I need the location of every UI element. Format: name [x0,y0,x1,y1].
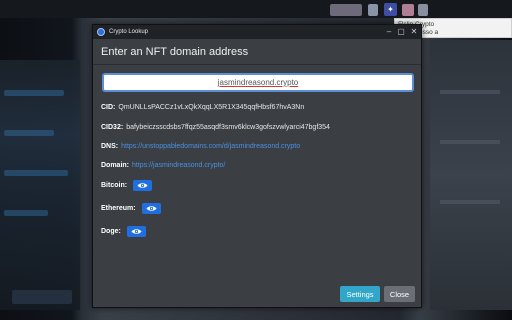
app-logo-icon [97,28,105,36]
dialog-body [93,65,421,92]
background-row [4,210,48,216]
dns-label: DNS: [101,143,119,150]
dns-row: DNS: https://unstoppabledomains.com/d/ja… [101,143,300,150]
cid32-row: CID32: bafybeiczsscdsbs7ffqz55asqdf3smv6… [101,124,330,131]
cid32-label: CID32: [101,124,124,131]
minimize-icon[interactable]: – [383,26,395,38]
domain-label: Domain: [101,162,129,169]
close-button[interactable]: Close [384,286,415,302]
page-title: Enter an NFT domain address [101,45,249,58]
cid-label: CID: [101,104,116,111]
dialog-header: Enter an NFT domain address [93,39,421,65]
cid32-value: bafybeiczsscdsbs7ffqz55asqdf3smv6klcw3go… [126,124,330,131]
doge-row: Doge: [101,226,146,237]
eye-icon [131,229,142,234]
eye-icon [137,183,148,188]
eye-icon [146,206,157,211]
bitcoin-reveal-button[interactable] [133,180,153,191]
crypto-lookup-window: Crypto Lookup – ▢ ✕ Enter an NFT domain … [92,24,422,308]
close-window-icon[interactable]: ✕ [408,26,420,38]
nft-domain-input[interactable] [102,73,414,92]
doge-reveal-button[interactable] [126,226,146,237]
bitcoin-row: Bitcoin: [101,180,153,191]
background-left-panel [0,60,80,310]
extension-icon[interactable]: ✦ [384,3,397,16]
cid-value: QmUNLLsPACCz1vLxQkXqqLX5R1X345qqfHbsf67h… [118,104,305,111]
background-right-panel [430,40,512,310]
settings-button[interactable]: Settings [340,286,380,302]
tray-item[interactable] [402,4,414,16]
background-block [12,290,72,304]
dns-link[interactable]: https://unstoppabledomains.com/d/jasmind… [121,143,300,150]
dialog-footer: Settings Close [93,283,421,307]
background-row [440,90,500,94]
ethereum-reveal-button[interactable] [141,203,161,214]
browser-toolbar [0,0,512,18]
cid-row: CID: QmUNLLsPACCz1vLxQkXqqLX5R1X345qqfHb… [101,104,304,111]
tray-item[interactable] [330,4,362,16]
background-row [440,200,500,204]
ethereum-label: Ethereum: [101,205,136,212]
window-titlebar: Crypto Lookup – ▢ ✕ [93,25,421,39]
bitcoin-label: Bitcoin: [101,182,128,189]
background-row [440,140,500,144]
tray-item[interactable] [368,4,378,16]
background-row [4,130,54,136]
domain-link[interactable]: https://jasmindreasond.crypto/ [132,162,225,169]
background-row [4,170,68,176]
ethereum-row: Ethereum: [101,203,161,214]
maximize-icon[interactable]: ▢ [395,26,407,38]
tray-item[interactable] [418,4,428,16]
background-row [4,90,64,96]
window-title: Crypto Lookup [109,29,149,35]
domain-row: Domain: https://jasmindreasond.crypto/ [101,162,225,169]
doge-label: Doge: [101,228,121,235]
